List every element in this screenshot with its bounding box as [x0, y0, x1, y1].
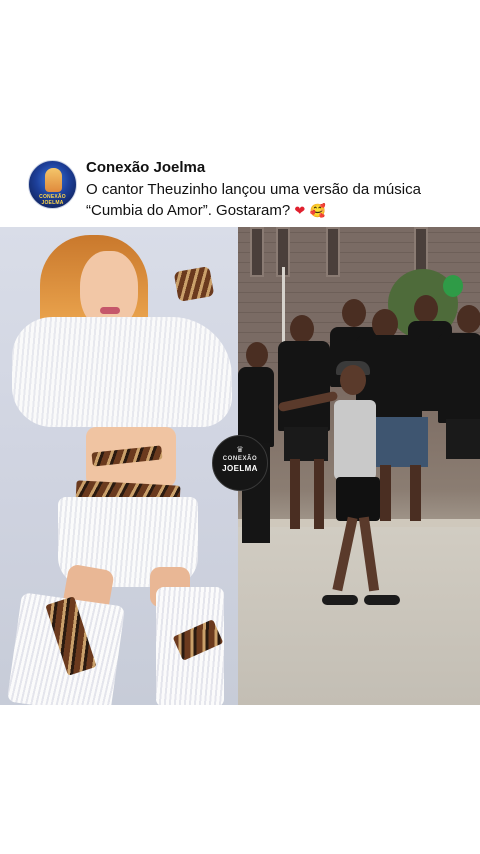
- dancer-shorts: [336, 477, 380, 521]
- avatar-label: CONEXÃO JOELMA: [39, 194, 66, 206]
- right-photo-dancer: [238, 227, 480, 705]
- post-header: CONEXÃO JOELMA Conexão Joelma O cantor T…: [28, 158, 468, 220]
- building-window: [326, 227, 340, 277]
- building-window: [250, 227, 264, 277]
- left-photo-singer: [0, 227, 238, 705]
- dancer-head: [340, 365, 366, 395]
- dancer-shirt: [334, 400, 376, 480]
- dancer-slide-left: [322, 595, 358, 605]
- singer-lips: [100, 307, 120, 314]
- singer-fringe-top: [12, 317, 232, 427]
- dancer-slide-right: [364, 595, 400, 605]
- watermark-line1: CONEXÃO: [222, 456, 258, 462]
- avatar[interactable]: CONEXÃO JOELMA: [28, 160, 77, 209]
- caption-text: O cantor Theuzinho lançou uma versão da …: [86, 181, 421, 219]
- post-media[interactable]: ♛ CONEXÃO JOELMA: [0, 227, 480, 705]
- post-caption: O cantor Theuzinho lançou uma versão da …: [86, 179, 476, 222]
- author-name[interactable]: Conexão Joelma: [86, 159, 205, 176]
- smiling-hearts-emoji-icon: 🥰: [309, 204, 326, 219]
- watermark-line2: JOELMA: [222, 464, 258, 473]
- avatar-figure-icon: [45, 168, 62, 192]
- plaza-floor: [238, 527, 480, 705]
- singer-glove: [173, 266, 215, 302]
- crown-icon: ♛: [236, 445, 244, 454]
- heart-emoji-icon: ❤: [294, 204, 306, 219]
- watermark-badge: ♛ CONEXÃO JOELMA: [212, 435, 268, 491]
